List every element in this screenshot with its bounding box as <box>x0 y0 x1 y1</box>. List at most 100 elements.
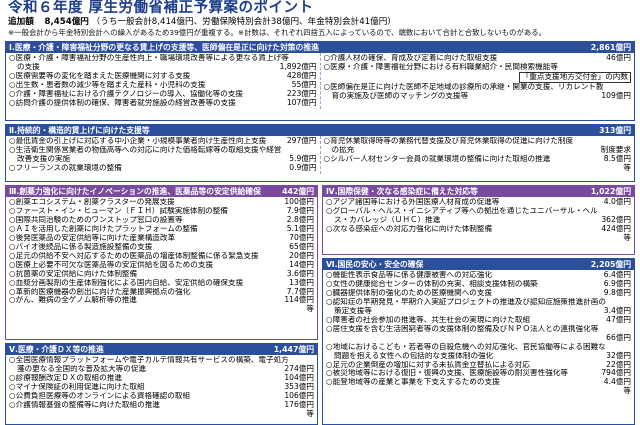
item-text: の拡充 <box>331 145 355 154</box>
item-text: ○生活衛生関係営業者の物価高等への対応に向けた価格転嫁等の取組支援や経営 <box>9 145 282 154</box>
list-item: ○次なる感染症への対応力強化に向けた体制整備 424億円 <box>326 224 631 234</box>
list-item: 等 <box>9 408 314 419</box>
item-text: ○血漿分画製剤の生産体制強化による国内自給、安定供給の確保支援 <box>9 278 244 287</box>
item-amount: 等 <box>306 304 314 314</box>
item-text: ○シルバー人材センター会員の就業環境の整備に向けた取組の推進 <box>323 154 551 163</box>
list-item: 66億円 <box>326 332 631 343</box>
item-text: ○医療需要等の変化を踏まえた医療機関に対する支援 <box>9 71 191 80</box>
item-amount: 等 <box>623 232 631 242</box>
section-4-amount: 1,022億円 <box>590 187 631 196</box>
section-1-title: Ⅰ.医療・介護・障害福祉分野の更なる賃上げの支援等、医師偏在是正に向けた対策の推… <box>9 43 319 52</box>
list-item: ○訪問介護の提供体制の確保、障害者就労施設の経営改善等の支援 107億円 <box>9 97 317 108</box>
item-text: ○最低賃金の引上げに対応する中小企業・小規模事業者向け生産性向上支援 <box>9 137 267 145</box>
list-item: ○全国医療情報プラットフォームや電子カルテ情報共有サービスの構築、電子処方 <box>9 356 314 365</box>
item-text: ○障害者の社会参加の推進等、共生社会の実現に向けた取組 <box>326 315 531 324</box>
section-3-header: Ⅲ.創薬力強化に向けたイノベーションの推進、医薬品等の安定供給確保 442億円 <box>6 186 317 197</box>
list-item: 問題を抱える女性への包括的な支援体制の強化 32億円 <box>326 351 631 361</box>
budget-note: ※一般会計から年金特別会計への繰入があるため39億円が重複する。※計数は、それぞ… <box>8 28 547 37</box>
item-text: ○後発医薬品の安定供給等に向けた産業構造改革 <box>9 233 176 242</box>
list-item: の拡充 制度要求 <box>324 145 632 155</box>
item-amount: 等 <box>306 408 314 418</box>
item-text: ○地域におけるこども・若者等の自殺危機への対応強化、官民協働等による困難な <box>326 342 606 351</box>
item-amount: 0.9億円 <box>289 162 317 172</box>
item-text: ○革新的医療機器の創出に向けた産業振興拠点の強化 <box>9 287 191 296</box>
list-item: 「重点支援地方交付金」の内数 <box>324 71 631 83</box>
item-text: ○介護・障害福祉における介護テクノロジーの導入、協働化等の支援 <box>9 89 243 98</box>
item-text: ○国際共同治験のためのワンストップ窓口の設置等 <box>9 215 183 224</box>
section-2-right-list: ○育児休業取得時等の業務代替支援及び育児休業取得の促進に向けた制度 の拡充 制度要求… <box>319 136 635 174</box>
item-text: 策定支援等 <box>334 306 372 315</box>
list-item: ス・カバレッジ（ＵＨＣ）推進 362億円 <box>326 215 631 225</box>
list-item: ○マイナ保険証の利用促進に向けた取組 353億円 <box>9 382 314 392</box>
item-amount: 66億円 <box>606 332 631 342</box>
item-text: ○女性の健康総合センターの体制の充実、相談支援体制の構築 <box>326 279 538 288</box>
list-item: ○診療報酬改定ＤＸの取組の推進 104億円 <box>9 373 314 383</box>
item-text: ○ファースト・イン・ヒューマン（ＦＩＨ）試験実施体制の整備 <box>9 206 228 215</box>
item-text: ○フリーランスの就業環境の整備 <box>9 163 122 172</box>
item-text: ○がん、難病の全ゲノム解析等の推進 <box>9 296 137 305</box>
section-3-title: Ⅲ.創薬力強化に向けたイノベーションの推進、医薬品等の安定供給確保 <box>9 187 261 196</box>
item-text: 問題を抱える女性への包括的な支援体制の強化 <box>334 351 494 360</box>
item-text: ○マイナ保険証の利用促進に向けた取組 <box>9 382 145 391</box>
item-text: 育の実施及び医師のマッチングの支援等 <box>331 91 469 100</box>
list-item: ○革新的医療機器の創出に向けた産業振興拠点の強化 7.7億円 <box>9 287 314 297</box>
item-text: ○足元の供給不安へ対応するための医薬品の増産体制整備に係る緊急支援 <box>9 251 259 260</box>
item-amount: 107億円 <box>286 97 317 107</box>
item-text: ○育児休業取得時等の業務代替支援及び育児休業取得の促進に向けた制度 <box>323 137 574 145</box>
list-item: ○認知症の早期発見・早期介入実証プロジェクトの推進及び認知症施策推進計画の <box>326 298 631 307</box>
item-text: ○バイオ後続品に係る製造施設整備の支援 <box>9 242 153 251</box>
item-text: ○創薬エコシステム・創薬クラスターの発展支援 <box>9 198 175 206</box>
section-5-header: Ⅴ.医療・介護ＤＸ等の推進 1,447億円 <box>6 344 317 355</box>
item-amount: 4.0億円 <box>603 197 631 206</box>
item-amount: 等 <box>623 386 631 396</box>
item-text: ス・カバレッジ（ＵＨＣ）推進 <box>334 215 441 224</box>
item-text: ○居住支援を含む生活困窮者等の支援体制の整備及びＮＰＯ法人との連携強化等 <box>326 324 599 333</box>
item-amount: 47億円 <box>606 314 631 324</box>
item-text: ○訪問介護の提供体制の確保、障害者就労施設の経営改善等の支援 <box>9 98 236 107</box>
list-item: ○機能性表示食品等に係る健康被害への対応強化 6.4億円 <box>326 270 631 280</box>
item-text: ○診療報酬改定ＤＸの取組の推進 <box>9 373 122 382</box>
list-item: ○居住支援を含む生活困窮者等の支援体制の整備及びＮＰＯ法人との連携強化等 <box>326 325 631 334</box>
list-item: 箋の更なる全国的な普及拡大等の促進 274億円 <box>9 364 314 374</box>
list-item: ○抗菌薬の安定供給に向けた体制整備 3.6億円 <box>9 269 314 279</box>
list-item: ○最低賃金の引上げに対応する中小企業・小規模事業者向け生産性向上支援 297億円 <box>9 136 317 146</box>
list-item: ○生活衛生関係営業者の物価高等への対応に向けた価格転嫁等の取組支援や経営 <box>9 146 317 155</box>
list-item: 等 <box>324 163 631 173</box>
list-item: ○後発医薬品の安定供給等に向けた産業構造改革 70億円 <box>9 233 314 243</box>
item-text: ○グローバル・ヘルス・イニシアティブ等への拠出を通じたユニバーサル・ヘル <box>326 206 598 215</box>
list-item: ○バイオ後続品に係る製造施設整備の支援 65億円 <box>9 242 314 252</box>
list-item: ○足元の供給不安へ対応するための医薬品の増産体制整備に係る緊急支援 20億円 <box>9 251 314 261</box>
list-item: ○ファースト・イン・ヒューマン（ＦＩＨ）試験実施体制の整備 7.9億円 <box>9 206 314 216</box>
item-text: ○臓器提供体制の強化のための医療機関への支援 <box>326 288 493 297</box>
list-item: ○介護・障害福祉における介護テクノロジーの導入、協働化等の支援 223億円 <box>9 89 317 99</box>
section-2-title: Ⅱ.持続的・構造的賃上げに向けた支援等 <box>9 126 150 135</box>
total-label: 追加額 <box>8 17 34 27</box>
section-6-list: ○機能性表示食品等に係る健康被害への対応強化 6.4億円 ○女性の健康総合センターの… <box>323 270 634 397</box>
section-6: Ⅵ.国民の安心・安全の確保 2,205億円 ○機能性表示食品等に係る健康被害への… <box>322 258 635 425</box>
list-item: ○公費負担医療等のオンラインによる資格確認の取組 106億円 <box>9 391 314 401</box>
list-item: 等 <box>326 386 631 396</box>
section-2: Ⅱ.持続的・構造的賃上げに向けた支援等 313億円 ○最低賃金の引上げに対応する… <box>5 124 635 182</box>
section-1-amount: 2,861億円 <box>590 43 631 52</box>
item-text: ○医師偏在是正に向けた医師不足地域の診療所の承継・開業の支援、リカレント教 <box>323 82 604 91</box>
item-text: ○出生数・患者数の減少等を踏まえた産科・小児科の支援 <box>9 80 206 89</box>
item-text: ○抗菌薬の安定供給に向けた体制整備 <box>9 269 138 278</box>
list-item: ○出生数・患者数の減少等を踏まえた産科・小児科の支援 55億円 <box>9 80 317 90</box>
list-item: ○医療上必要不可欠な医薬品等の安定供給を図るための支援 14億円 <box>9 260 314 270</box>
item-text: ○全国医療情報プラットフォームや電子カルテ情報共有サービスの構築、電子処方 <box>9 356 289 364</box>
list-item: ○創薬エコシステム・創薬クラスターの発展支援 100億円 <box>9 197 314 207</box>
item-text: ○介護情報基盤の整備等に向けた取組の推進 <box>9 400 160 409</box>
section-3: Ⅲ.創薬力強化に向けたイノベーションの推進、医薬品等の安定供給確保 442億円 … <box>5 185 318 340</box>
item-text: ○認知症の早期発見・早期介入実証プロジェクトの推進及び認知症施策推進計画の <box>326 297 606 306</box>
list-item: ○医療・介護・障害福祉分野における有料職業紹介・民間検索機能等 <box>324 63 632 72</box>
list-item: ○医療需要等の変化を踏まえた医療機関に対する支援 428億円 <box>9 71 317 81</box>
list-item: ○臓器提供体制の強化のための医療機関への支援 9.8億円 <box>326 288 631 298</box>
item-text: ○医療・介護・障害福祉分野の生産性向上・職場環境改善等による更なる賃上げ等 <box>9 54 289 62</box>
section-1-left-list: ○医療・介護・障害福祉分野の生産性向上・職場環境改善等による更なる賃上げ等 の支援… <box>6 53 320 109</box>
item-text: ○次なる感染症への対応力強化に向けた体制整備 <box>326 224 493 233</box>
total-line: 追加額 8,454億円 （うち一般会計8,414億円、労働保険特別会計38億円、… <box>8 17 396 27</box>
section-3-amount: 442億円 <box>282 187 314 196</box>
item-amount: 297億円 <box>286 136 317 145</box>
item-text: ○ＡＩを活用した創薬に向けたプラットフォームの整備 <box>9 224 198 233</box>
section-5: Ⅴ.医療・介護ＤＸ等の推進 1,447億円 ○全国医療情報プラットフォームや電子… <box>5 343 318 425</box>
